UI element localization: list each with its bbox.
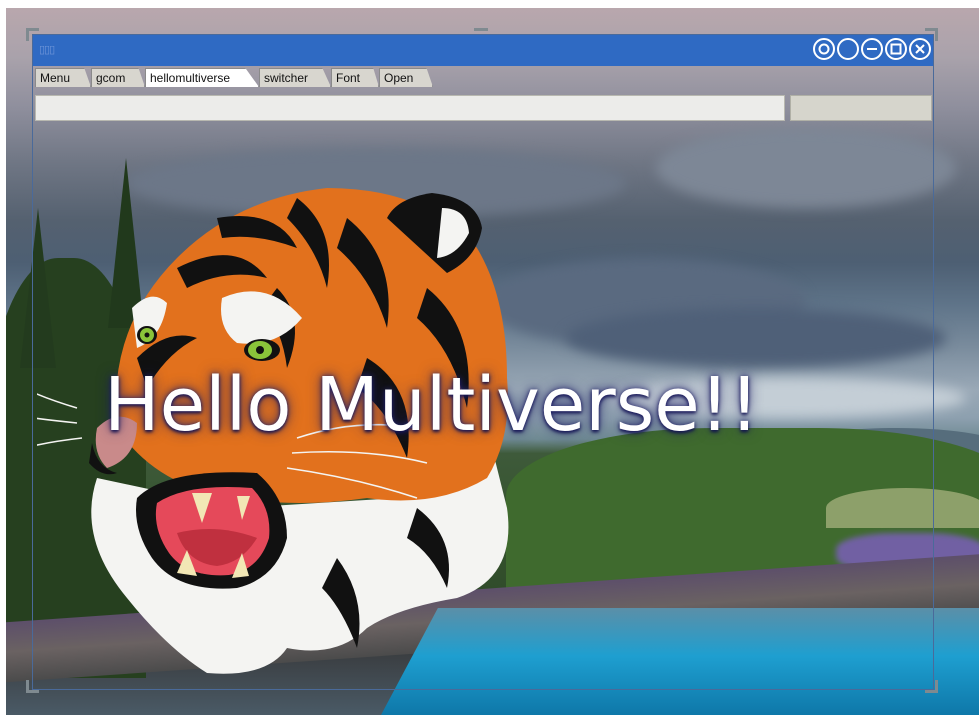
tab-switcher[interactable]: switcher: [259, 68, 331, 87]
command-button[interactable]: [790, 95, 932, 121]
minimize-icon[interactable]: [861, 38, 883, 60]
command-input[interactable]: [35, 95, 785, 121]
circle-icon[interactable]: [837, 38, 859, 60]
tab-open[interactable]: Open: [379, 68, 433, 87]
tab-menu[interactable]: Menu: [35, 68, 91, 87]
tab-gcom[interactable]: gcom: [91, 68, 145, 87]
window-controls: [813, 38, 931, 60]
tab-font[interactable]: Font: [331, 68, 379, 87]
close-icon[interactable]: [909, 38, 931, 60]
greeting-text: Hello Multiverse!!: [104, 362, 760, 448]
frame-edge-marker: [474, 28, 488, 31]
record-icon[interactable]: [813, 38, 835, 60]
tab-hellomultiverse[interactable]: hellomultiverse: [145, 68, 259, 87]
maximize-icon[interactable]: [885, 38, 907, 60]
title-bar[interactable]: ▯▯▯: [33, 35, 933, 66]
app-icon[interactable]: ▯▯▯: [39, 44, 61, 56]
tab-bar: Menu gcom hellomultiverse switcher Font …: [33, 68, 933, 88]
